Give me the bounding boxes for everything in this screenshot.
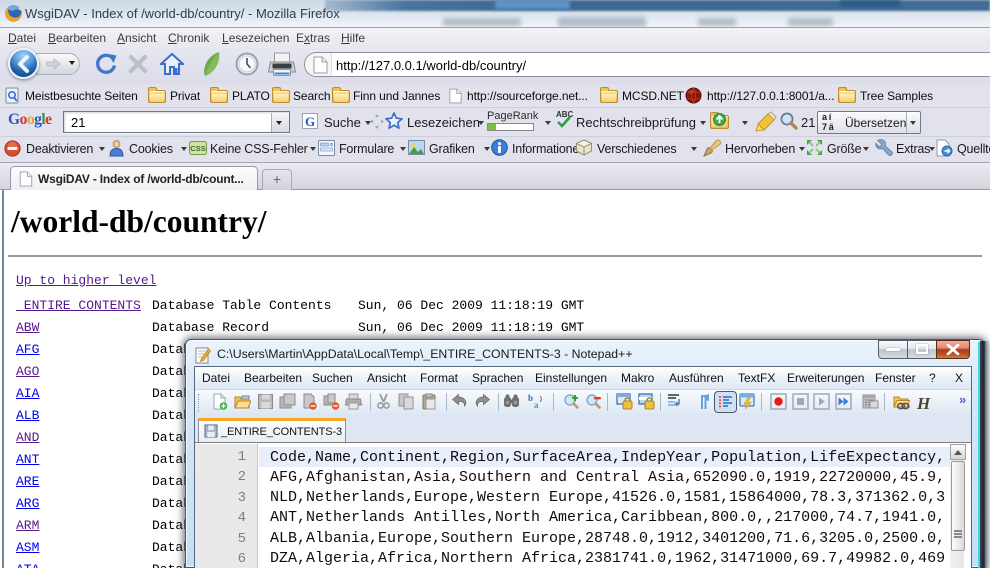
svg-text:b: b <box>528 393 533 403</box>
svg-text:a: a <box>534 400 539 410</box>
svg-text:CSS: CSS <box>190 144 205 153</box>
